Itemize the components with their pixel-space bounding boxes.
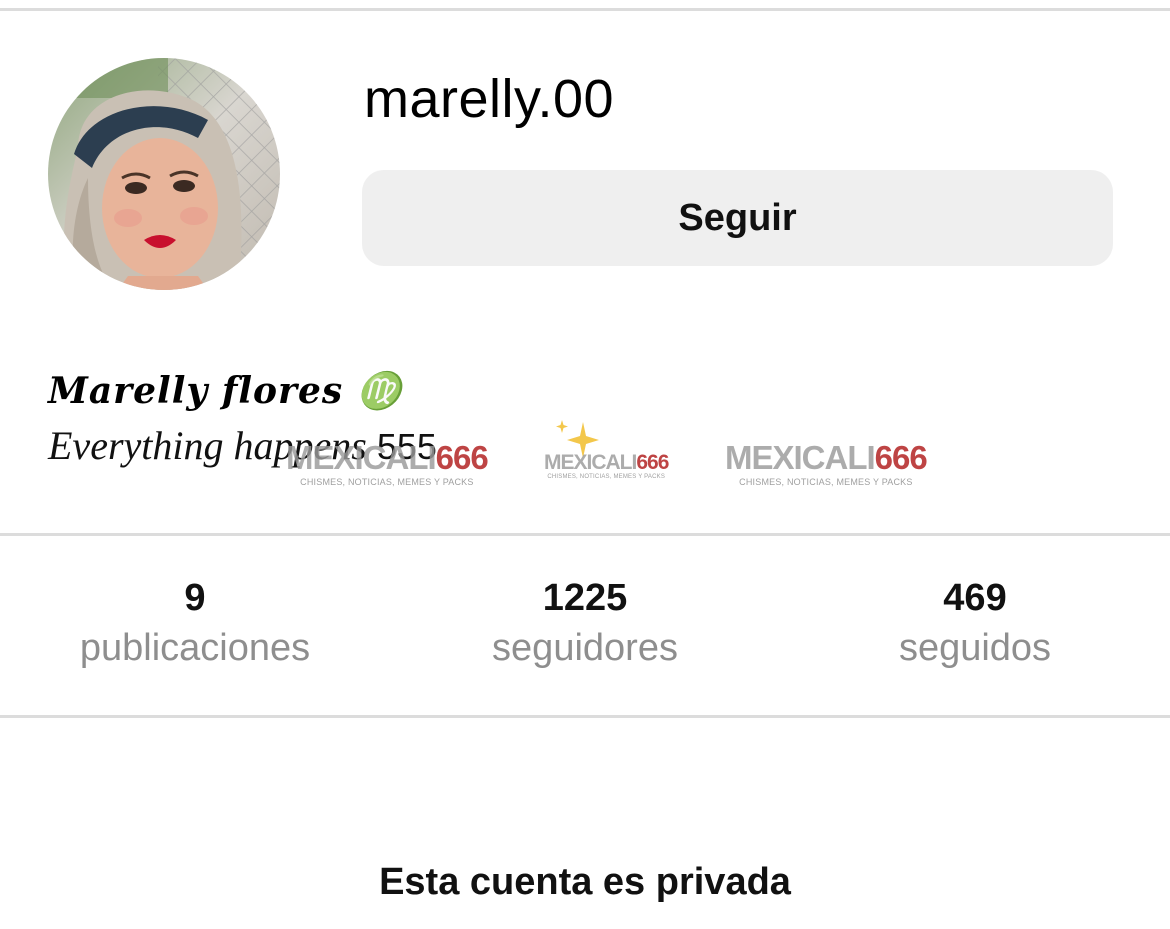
- top-divider: [0, 8, 1170, 11]
- avatar-photo: [48, 58, 280, 290]
- stats-bottom-divider: [0, 715, 1170, 718]
- stat-posts-label: publicaciones: [79, 627, 311, 669]
- stat-followers[interactable]: 1225 seguidores: [390, 574, 780, 674]
- stat-posts-value: 9: [184, 577, 206, 619]
- watermark-brand: MEXICALI666: [544, 451, 669, 474]
- watermark-logo: MEXICALI666 CHISMES, NOTICIAS, MEMES Y P…: [725, 439, 928, 487]
- stat-posts[interactable]: 9 publicaciones: [0, 574, 390, 674]
- watermark-brand: MEXICALI666: [286, 439, 489, 476]
- watermark-logo: MEXICALI666 CHISMES, NOTICIAS, MEMES Y P…: [286, 439, 489, 487]
- stat-followers-value: 1225: [542, 577, 628, 619]
- stat-following-label: seguidos: [898, 627, 1052, 669]
- watermark-brand: MEXICALI666: [725, 439, 928, 476]
- bio-display-name: 𝑴𝒂𝒓𝒆𝒍𝒍𝒚 𝒇𝒍𝒐𝒓𝒆𝒔 ♍: [48, 370, 403, 412]
- watermark-tagline: CHISMES, NOTICIAS, MEMES Y PACKS: [300, 477, 474, 487]
- watermark-tagline: CHISMES, NOTICIAS, MEMES Y PACKS: [739, 477, 913, 487]
- watermark-tagline: CHISMES, NOTICIAS, MEMES Y PACKS: [547, 474, 666, 480]
- stat-following-value: 469: [943, 577, 1007, 619]
- stats-top-divider: [0, 533, 1170, 536]
- follow-button[interactable]: Seguir: [362, 170, 1113, 266]
- stat-followers-label: seguidores: [492, 627, 678, 669]
- watermark-logo: MEXICALI666 CHISMES, NOTICIAS, MEMES Y P…: [544, 451, 669, 480]
- profile-avatar[interactable]: [48, 58, 280, 290]
- stat-following[interactable]: 469 seguidos: [780, 574, 1170, 674]
- private-account-notice: Esta cuenta es privada: [379, 861, 791, 903]
- profile-username: marelly.00: [364, 69, 615, 129]
